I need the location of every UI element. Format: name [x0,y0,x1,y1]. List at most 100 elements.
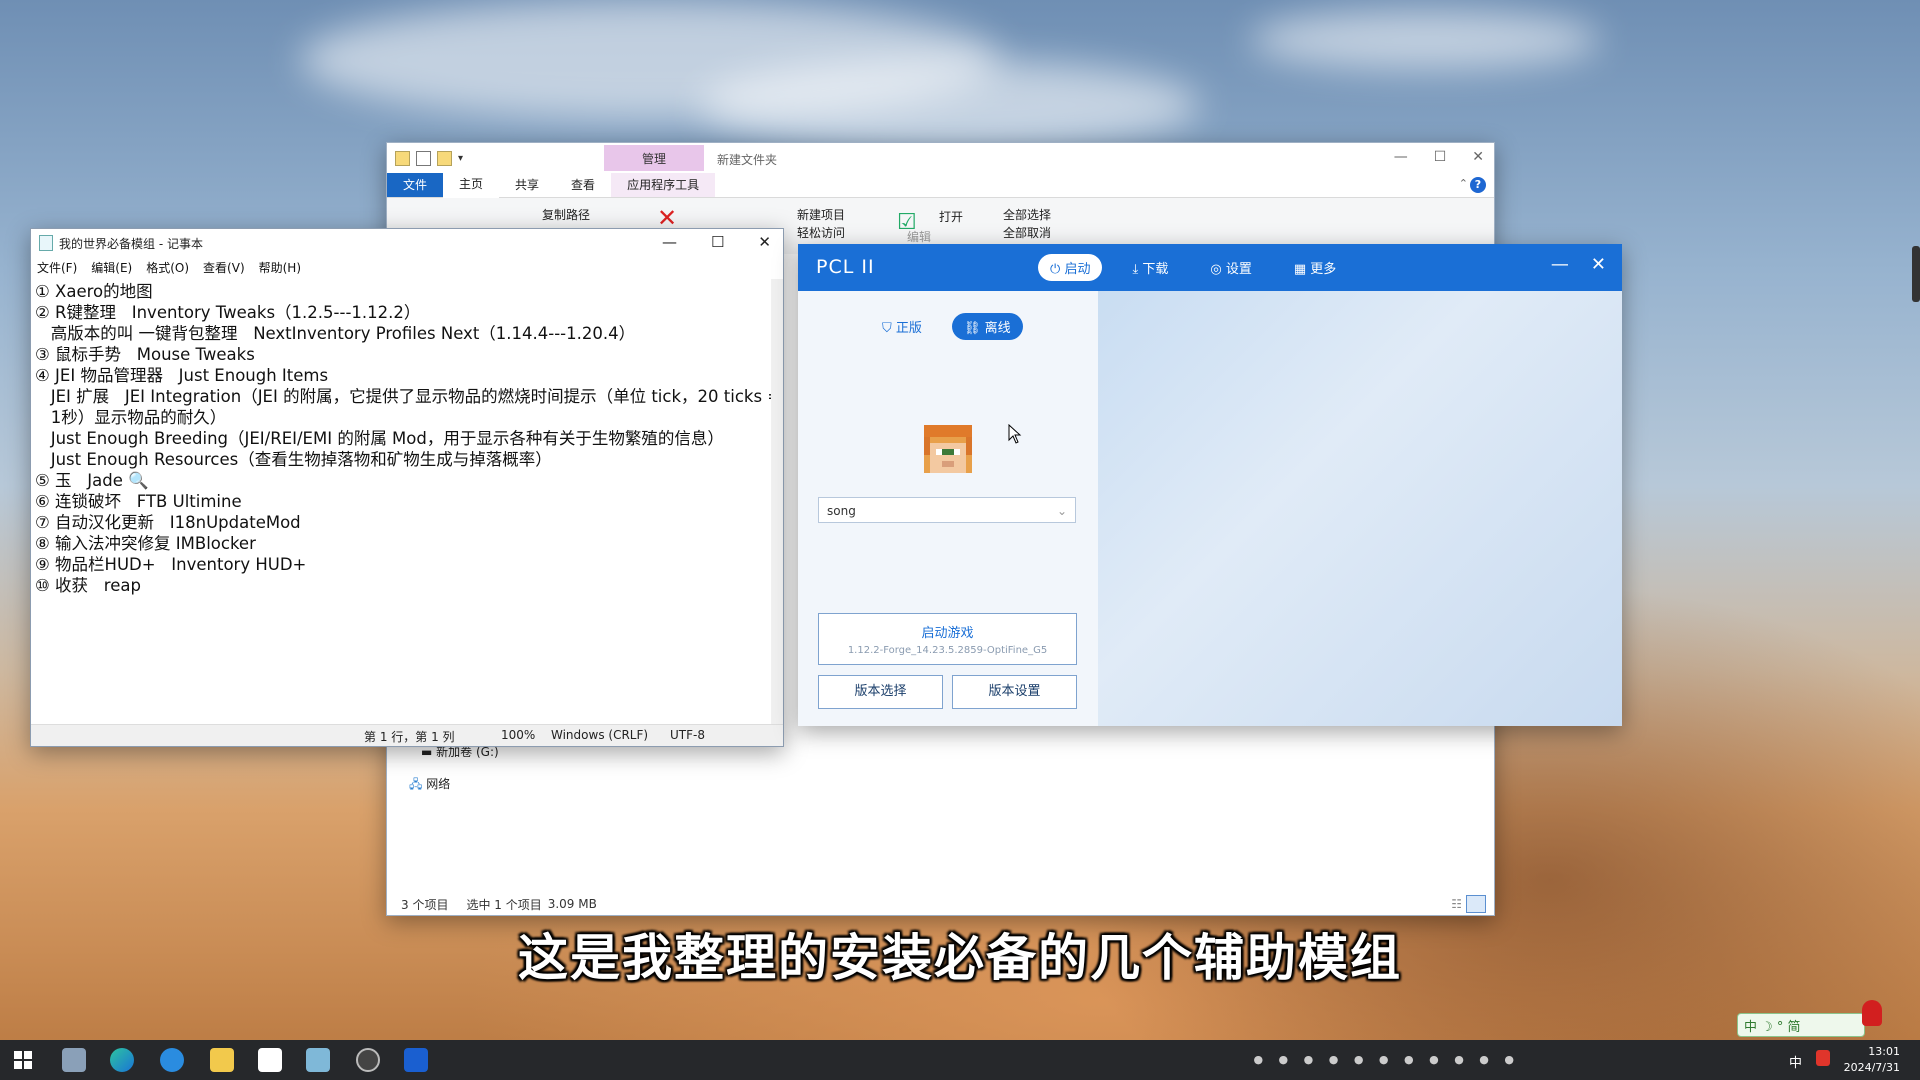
window-controls: — ☐ ✕ [662,233,771,251]
tab-more[interactable]: ▦ 更多 [1282,254,1348,281]
menu-view[interactable]: 查看(V) [203,259,245,276]
folder-icon [395,150,410,166]
tab-file[interactable]: 文件 [387,173,444,197]
tab-settings[interactable]: ◎ 设置 [1198,254,1264,281]
text-line: ① Xaero的地图 [35,282,153,301]
mode-offline[interactable]: ⛓ 离线 [952,313,1023,340]
open-button[interactable]: 打开 [939,208,963,225]
pcl-taskbar-icon[interactable] [404,1048,428,1072]
pcl-logo: PCL II [816,256,875,278]
edge-browser-icon[interactable] [110,1048,134,1072]
vertical-scrollbar[interactable] [771,279,783,724]
collapse-ribbon-icon[interactable]: ⌃ [1459,177,1468,190]
ribbon-tabs: 文件 主页 共享 查看 应用程序工具 ⌃ ? [387,173,1494,198]
close-icon[interactable]: ✕ [1472,149,1484,165]
version-select-button[interactable]: 版本选择 [818,675,943,709]
tab-download[interactable]: ⤓ 下载 [1120,254,1180,281]
player-avatar [923,425,973,473]
selected-count: 选中 1 个项目 [466,897,542,912]
pcl-launcher-window: PCL II ⏻ 启动 ⤓ 下载 ◎ 设置 ▦ 更多 — ✕ ⛉ 正版 ⛓ 离线 [798,244,1622,726]
pcl-window-controls: — ✕ [1551,254,1606,275]
notepad-titlebar: 我的世界必备模组 - 记事本 — ☐ ✕ [31,229,783,257]
clock-date: 2024/7/31 [1843,1061,1900,1074]
calculator-icon[interactable] [62,1048,86,1072]
tray-icons[interactable]: ● ● ● ● ● ● ● ● ● ● ● [1253,1053,1520,1066]
grid-icon: ▦ [1293,262,1307,277]
input-language[interactable]: 中 [1789,1052,1802,1071]
maximize-icon[interactable]: ☐ [1434,149,1447,165]
start-button[interactable] [14,1051,32,1069]
notepad-window: 我的世界必备模组 - 记事本 — ☐ ✕ 文件(F) 编辑(E) 格式(O) 查… [30,228,784,747]
sogou-mascot-icon[interactable] [1862,1000,1882,1026]
video-subtitle: 这是我整理的安装必备的几个辅助模组 [518,929,1402,987]
edit-button[interactable]: 编辑 [907,228,931,245]
close-icon[interactable]: ✕ [758,233,771,251]
text-line: ⑧ 输入法冲突修复 IMBlocker [35,534,256,553]
text-line: Just Enough Resources（查看生物掉落物和矿物生成与掉落概率） [35,450,552,469]
notepad-taskbar-icon[interactable] [306,1048,330,1072]
nav-item-network[interactable]: 🖧 网络 [409,775,450,796]
tab-app-tools[interactable]: 应用程序工具 [611,173,716,197]
zoom-level: 100% [501,728,536,742]
ie-browser-icon[interactable] [160,1048,184,1072]
tab-manage[interactable]: 管理 [604,145,704,171]
text-line: ③ 鼠标手势 Mouse Tweaks [35,345,255,364]
minimize-icon[interactable]: — [662,233,677,251]
network-label: 网络 [426,777,451,791]
menu-format[interactable]: 格式(O) [146,259,189,276]
maximize-icon[interactable]: ☐ [711,233,724,251]
cursor-position: 第 1 行，第 1 列 [364,730,455,744]
notepad-text-area[interactable]: ① Xaero的地图 ② R键整理 Inventory Tweaks（1.2.5… [31,279,771,724]
ime-text: 中 ☽ ° 简 [1744,1019,1801,1035]
minimize-icon[interactable]: — [1394,149,1408,165]
minimize-icon[interactable]: — [1551,254,1569,275]
details-view-icon[interactable]: ☷ [1451,897,1462,911]
new-item-button[interactable]: 新建项目 [797,206,845,223]
tab-share[interactable]: 共享 [499,173,555,197]
text-line: ④ JEI 物品管理器 Just Enough Items [35,366,329,385]
edge-handle[interactable] [1912,246,1920,302]
text-line: ⑤ 玉 Jade 🔍 [35,471,149,490]
select-all-button[interactable]: 全部选择 [1003,206,1051,223]
clock[interactable]: 13:01 2024/7/31 [1836,1044,1900,1076]
sogou-tray-icon[interactable] [1816,1050,1830,1066]
tab-settings-label: 设置 [1225,262,1252,277]
mode-official[interactable]: ⛉ 正版 [870,313,934,340]
text-line: ⑥ 连锁破坏 FTB Ultimine [35,492,242,511]
tab-launch[interactable]: ⏻ 启动 [1038,254,1103,281]
menu-edit[interactable]: 编辑(E) [91,259,132,276]
easy-access-button[interactable]: 轻松访问 [797,224,845,241]
tab-launch-label: 启动 [1064,262,1091,277]
tab-view[interactable]: 查看 [555,173,611,197]
file-explorer-icon[interactable] [210,1048,234,1072]
select-none-button[interactable]: 全部取消 [1003,224,1051,241]
copy-path-button[interactable]: 复制路径 [542,206,590,223]
pcl-titlebar: PCL II ⏻ 启动 ⤓ 下载 ◎ 设置 ▦ 更多 — ✕ [798,244,1622,291]
tab-more-label: 更多 [1310,262,1337,277]
launch-game-button[interactable]: 启动游戏 1.12.2-Forge_14.23.5.2859-OptiFine_… [818,613,1077,665]
username-select[interactable]: song ⌄ [818,497,1076,523]
new-folder-icon[interactable] [437,150,452,166]
cloud [700,60,1200,150]
power-icon: ⏻ [1050,262,1061,277]
notepad-icon [39,235,53,251]
tab-home[interactable]: 主页 [443,172,500,198]
pcl-nav: ⏻ 启动 ⤓ 下载 ◎ 设置 ▦ 更多 [1038,254,1348,281]
explorer-statusbar: 3 个项目 选中 1 个项目 3.09 MB ☷ [387,893,1494,915]
capcut-icon[interactable] [258,1048,282,1072]
selected-size: 3.09 MB [547,897,597,911]
menu-help[interactable]: 帮助(H) [259,259,301,276]
customize-dropdown-icon[interactable]: ▾ [458,153,463,164]
help-icon[interactable]: ? [1470,177,1486,193]
large-icons-view-icon[interactable] [1466,895,1486,913]
version-settings-button[interactable]: 版本设置 [952,675,1077,709]
launch-version: 1.12.2-Forge_14.23.5.2859-OptiFine_G5 [847,645,1048,656]
properties-icon[interactable] [416,150,431,166]
notepad-menubar: 文件(F) 编辑(E) 格式(O) 查看(V) 帮助(H) [31,257,783,277]
text-line: JEI 扩展 JEI Integration（JEI 的附属，它提供了显示物品的… [35,387,771,406]
close-icon[interactable]: ✕ [1591,254,1606,275]
ime-toolbar[interactable]: 中 ☽ ° 简 [1737,1013,1865,1037]
text-line: 高版本的叫 一键背包整理 NextInventory Profiles Next… [35,324,636,343]
menu-file[interactable]: 文件(F) [37,259,77,276]
obs-icon[interactable] [356,1048,380,1072]
